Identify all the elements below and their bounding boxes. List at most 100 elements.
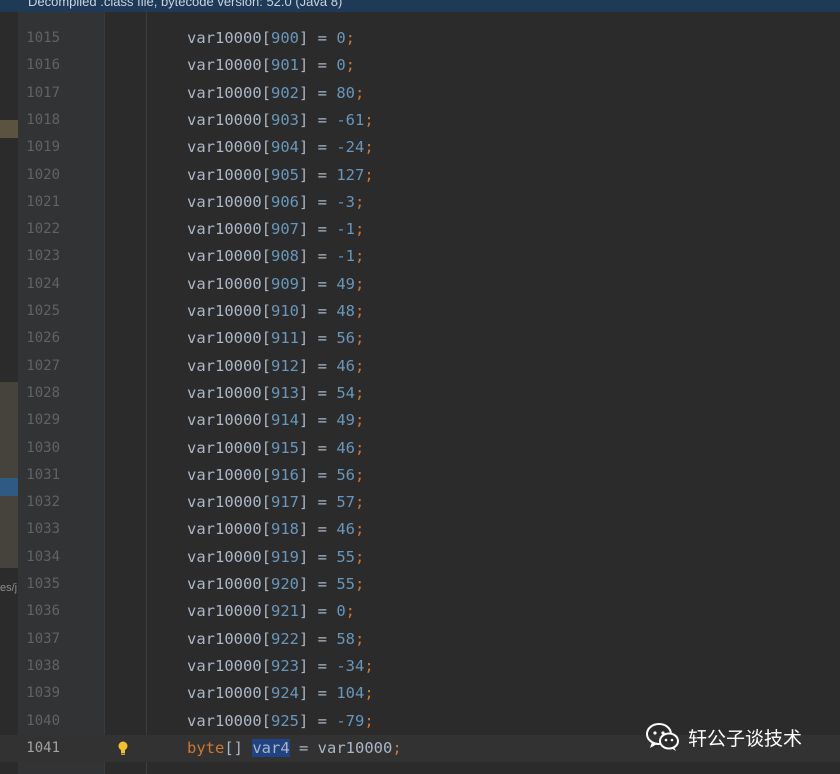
- array-name: var10000: [187, 629, 262, 648]
- array-index: 918: [271, 520, 299, 539]
- code-text[interactable]: var10000[925] = -79;: [187, 708, 374, 735]
- assigned-value: 127: [336, 165, 365, 184]
- array-index: 909: [271, 274, 299, 293]
- code-text[interactable]: var10000[924] = 104;: [187, 680, 374, 707]
- code-line[interactable]: 1030 var10000[915] = 46;: [0, 435, 840, 462]
- close-bracket-assign: ] =: [299, 575, 337, 593]
- code-line[interactable]: 1035 var10000[920] = 55;: [0, 571, 840, 598]
- code-text[interactable]: var10000[910] = 48;: [187, 298, 364, 325]
- code-line[interactable]: 1031 var10000[916] = 56;: [0, 462, 840, 489]
- code-line[interactable]: 1016 var10000[901] = 0;: [0, 52, 840, 79]
- close-bracket-assign: ] =: [299, 438, 337, 457]
- code-text[interactable]: var10000[909] = 49;: [187, 271, 364, 298]
- code-text[interactable]: var10000[905] = 127;: [187, 162, 374, 189]
- code-text[interactable]: var10000[908] = -1;: [187, 243, 364, 270]
- code-text[interactable]: var10000[902] = 80;: [187, 80, 364, 107]
- code-text[interactable]: var10000[920] = 55;: [187, 571, 364, 598]
- array-index: 923: [271, 656, 299, 675]
- code-text[interactable]: var10000[903] = -61;: [187, 107, 374, 134]
- code-line[interactable]: 1028 var10000[913] = 54;: [0, 380, 840, 407]
- line-number: 1021: [26, 193, 60, 210]
- open-bracket: [: [261, 274, 271, 293]
- code-text[interactable]: var10000[913] = 54;: [187, 380, 364, 407]
- array-name: var10000: [187, 220, 262, 239]
- code-line[interactable]: 1018 var10000[903] = -61;: [0, 107, 840, 134]
- code-line[interactable]: 1027 var10000[912] = 46;: [0, 353, 840, 380]
- code-line[interactable]: 1039 var10000[924] = 104;: [0, 680, 840, 707]
- code-line[interactable]: 1034 var10000[919] = 55;: [0, 544, 840, 571]
- open-bracket: [: [261, 465, 271, 484]
- code-text[interactable]: var10000[900] = 0;: [187, 25, 355, 52]
- close-bracket-assign: ] =: [299, 602, 337, 621]
- array-index: 920: [271, 575, 299, 593]
- semicolon: ;: [364, 138, 374, 157]
- close-bracket-assign: ] =: [299, 274, 337, 293]
- assigned-value: 57: [336, 493, 355, 512]
- array-name: var10000: [187, 711, 262, 730]
- semicolon: ;: [355, 329, 365, 348]
- semicolon: ;: [355, 302, 365, 320]
- code-line[interactable]: 1023 var10000[908] = -1;: [0, 243, 840, 270]
- code-line[interactable]: 1020 var10000[905] = 127;: [0, 162, 840, 189]
- array-name: var10000: [187, 329, 262, 348]
- code-text[interactable]: var10000[918] = 46;: [187, 516, 364, 543]
- close-bracket-assign: ] =: [299, 383, 337, 402]
- open-bracket: [: [261, 356, 271, 375]
- close-bracket-assign: ] =: [299, 110, 337, 129]
- array-index: 919: [271, 547, 299, 566]
- code-line[interactable]: 1032 var10000[917] = 57;: [0, 489, 840, 516]
- array-name: var10000: [187, 575, 262, 593]
- selected-variable[interactable]: var4: [252, 738, 290, 757]
- line-number: 1035: [26, 576, 60, 592]
- code-text[interactable]: var10000[904] = -24;: [187, 134, 374, 161]
- semicolon: ;: [345, 602, 356, 621]
- code-line[interactable]: 1029 var10000[914] = 49;: [0, 407, 840, 434]
- code-line[interactable]: 1017 var10000[902] = 80;: [0, 80, 840, 107]
- close-bracket-assign: ] =: [299, 547, 337, 566]
- code-text[interactable]: var10000[914] = 49;: [187, 407, 364, 434]
- assigned-value: -3: [336, 192, 355, 211]
- line-number: 1033: [26, 521, 60, 538]
- code-line[interactable]: 1021 var10000[906] = -3;: [0, 189, 840, 216]
- code-text[interactable]: var10000[916] = 56;: [187, 462, 364, 489]
- code-text[interactable]: var10000[923] = -34;: [187, 653, 374, 680]
- code-text[interactable]: var10000[922] = 58;: [187, 626, 364, 653]
- code-text[interactable]: var10000[917] = 57;: [187, 489, 364, 516]
- code-line[interactable]: 1019 var10000[904] = -24;: [0, 134, 840, 161]
- code-line[interactable]: 1025 var10000[910] = 48;: [0, 298, 840, 325]
- code-text[interactable]: var10000[915] = 46;: [187, 435, 364, 462]
- code-line[interactable]: 1038 var10000[923] = -34;: [0, 653, 840, 680]
- open-bracket: [: [261, 220, 271, 239]
- close-bracket-assign: ] =: [299, 656, 337, 675]
- assigned-value: 46: [336, 520, 355, 539]
- code-text[interactable]: byte[] var4 = var10000;: [187, 735, 402, 762]
- array-name: var10000: [187, 438, 262, 457]
- code-text[interactable]: var10000[901] = 0;: [187, 52, 355, 79]
- decompiled-banner: Decompiled .class file, bytecode version…: [0, 0, 840, 12]
- code-line[interactable]: 1037 var10000[922] = 58;: [0, 626, 840, 653]
- code-line[interactable]: 1033 var10000[918] = 46;: [0, 516, 840, 543]
- code-text[interactable]: var10000[907] = -1;: [187, 216, 364, 243]
- code-text[interactable]: var10000[919] = 55;: [187, 544, 364, 571]
- close-bracket-assign: ] =: [299, 29, 337, 47]
- code-text[interactable]: var10000[912] = 46;: [187, 353, 364, 380]
- open-bracket: [: [261, 684, 271, 703]
- close-bracket-assign: ] =: [299, 356, 337, 375]
- open-bracket: [: [261, 411, 271, 430]
- code-line[interactable]: 1024 var10000[909] = 49;: [0, 271, 840, 298]
- semicolon: ;: [364, 110, 374, 129]
- code-line[interactable]: 1015 var10000[900] = 0;: [0, 25, 840, 52]
- array-index: 925: [271, 711, 299, 730]
- code-line[interactable]: 1022 var10000[907] = -1;: [0, 216, 840, 243]
- code-text[interactable]: var10000[911] = 56;: [187, 325, 364, 352]
- code-text[interactable]: var10000[906] = -3;: [187, 189, 364, 216]
- code-line[interactable]: 1026 var10000[911] = 56;: [0, 325, 840, 352]
- code-line[interactable]: 1036 var10000[921] = 0;: [0, 598, 840, 625]
- array-index: 924: [271, 684, 299, 703]
- lightbulb-icon[interactable]: [118, 741, 128, 756]
- code-text[interactable]: var10000[921] = 0;: [187, 598, 355, 625]
- close-bracket-assign: ] =: [299, 247, 337, 266]
- line-number: 1034: [26, 548, 60, 565]
- watermark-text: 轩公子谈技术: [688, 727, 803, 750]
- array-index: 917: [271, 493, 299, 512]
